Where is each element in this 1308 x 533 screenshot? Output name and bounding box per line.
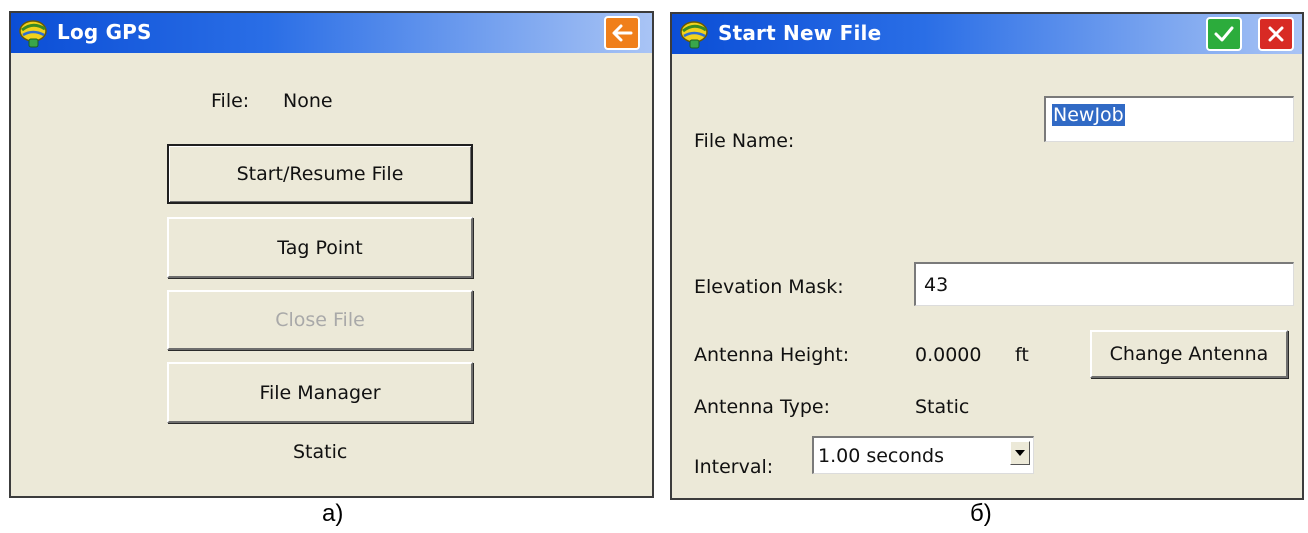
file-manager-button[interactable]: File Manager — [167, 362, 473, 423]
tag-point-button[interactable]: Tag Point — [167, 217, 473, 278]
elevation-mask-label: Elevation Mask: — [694, 276, 844, 298]
file-name-label: File Name: — [694, 130, 795, 152]
start-new-file-window: Start New File File Name: NewJob Elevati… — [670, 12, 1304, 500]
back-button[interactable] — [604, 16, 640, 50]
ok-button[interactable] — [1206, 17, 1242, 51]
antenna-height-value: 0.0000 — [915, 344, 982, 366]
cancel-button[interactable] — [1258, 17, 1294, 51]
close-icon — [1268, 26, 1284, 42]
checkmark-icon — [1214, 26, 1234, 42]
window-title: Log GPS — [57, 20, 152, 44]
elevation-mask-value: 43 — [924, 273, 949, 296]
antenna-type-label: Antenna Type: — [694, 396, 830, 418]
title-bar: Log GPS — [11, 13, 652, 53]
interval-value: 1.00 seconds — [818, 444, 945, 467]
antenna-type-value: Static — [915, 396, 970, 418]
start-resume-file-button[interactable]: Start/Resume File — [167, 144, 473, 204]
change-antenna-button[interactable]: Change Antenna — [1090, 330, 1288, 378]
file-label: File: — [211, 90, 250, 112]
back-arrow-icon — [612, 24, 633, 42]
window-title: Start New File — [718, 21, 882, 45]
caption-a: a) — [322, 500, 344, 527]
file-value: None — [283, 90, 333, 112]
antenna-height-label: Antenna Height: — [694, 344, 850, 366]
interval-label: Interval: — [694, 456, 774, 478]
dropdown-arrow[interactable] — [1010, 441, 1030, 465]
app-logo-icon — [680, 21, 708, 49]
log-gps-window: Log GPS File: None Start/Resume File Tag… — [9, 11, 654, 498]
interval-select[interactable]: 1.00 seconds — [812, 436, 1034, 474]
file-name-input[interactable]: NewJob — [1044, 96, 1294, 142]
caption-b: б) — [970, 500, 992, 527]
elevation-mask-input[interactable]: 43 — [914, 262, 1294, 306]
title-bar: Start New File — [672, 14, 1302, 54]
close-file-button[interactable]: Close File — [167, 290, 473, 350]
file-name-value: NewJob — [1052, 104, 1125, 126]
app-logo-icon — [19, 20, 47, 48]
antenna-height-unit: ft — [1015, 344, 1029, 366]
mode-value: Static — [293, 441, 348, 463]
chevron-down-icon — [1015, 450, 1025, 456]
